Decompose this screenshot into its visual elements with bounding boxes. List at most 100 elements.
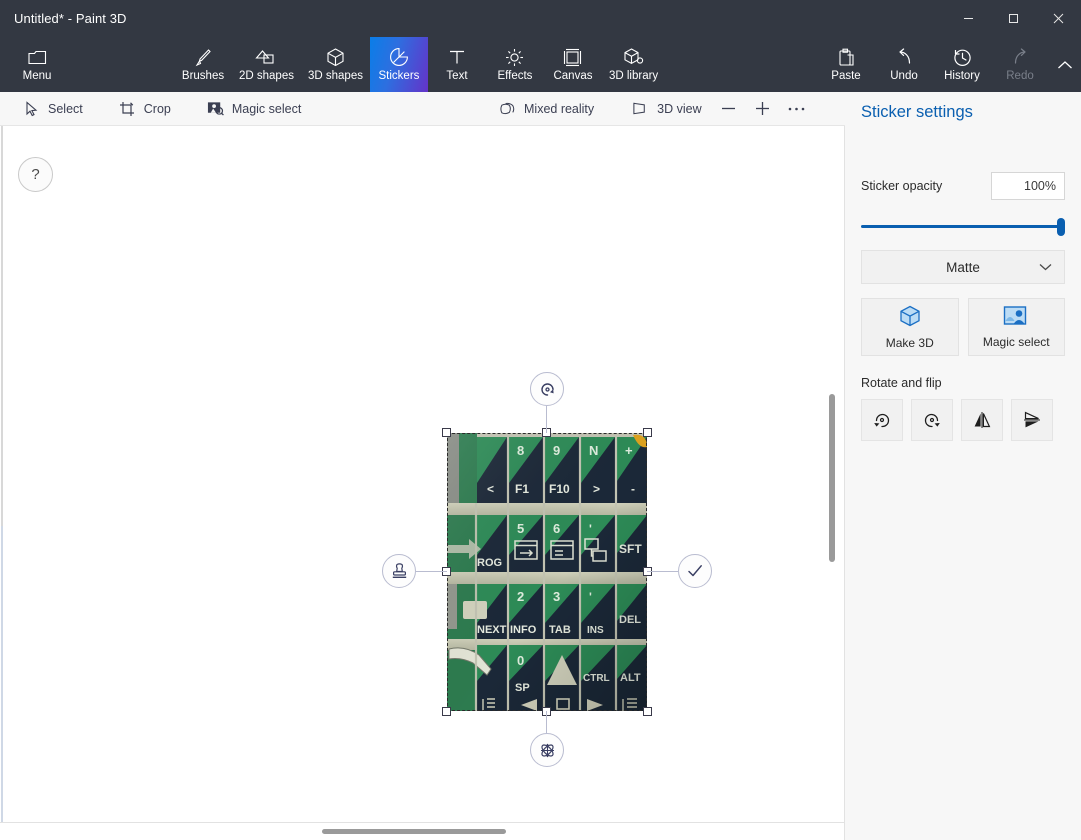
rotate-handle[interactable] bbox=[530, 372, 564, 406]
mixed-reality-label: Mixed reality bbox=[524, 102, 594, 116]
magic-select-label: Magic select bbox=[232, 102, 301, 116]
stamp-icon bbox=[390, 562, 409, 581]
tab-canvas[interactable]: Canvas bbox=[544, 37, 602, 92]
select-tool-button[interactable]: Select bbox=[14, 95, 92, 123]
menu-icon bbox=[28, 47, 47, 67]
zoom-out-button[interactable] bbox=[712, 95, 744, 123]
rotate-left-button[interactable] bbox=[861, 399, 903, 441]
sticker-action-buttons: Make 3D Magic select bbox=[861, 298, 1065, 356]
tab-brushes[interactable]: Brushes bbox=[174, 37, 232, 92]
tab-2d-shapes-label: 2D shapes bbox=[239, 70, 294, 82]
undo-label: Undo bbox=[890, 70, 918, 82]
tab-brushes-label: Brushes bbox=[182, 70, 224, 82]
rotate-connector bbox=[546, 406, 547, 433]
sticker-selection[interactable]: 8 9 N + < F1 F10 > - 5 6 bbox=[447, 433, 647, 711]
tab-3d-library[interactable]: 3D library bbox=[602, 37, 665, 92]
ellipsis-icon bbox=[787, 106, 806, 112]
magic-select-tool-button[interactable]: Magic select bbox=[198, 95, 310, 123]
undo-icon bbox=[895, 47, 914, 67]
undo-button[interactable]: Undo bbox=[875, 37, 933, 92]
paint3d-window: Untitled* - Paint 3D Menu bbox=[0, 0, 1081, 840]
rotate-icon bbox=[538, 380, 557, 399]
opacity-slider-track bbox=[861, 225, 1065, 228]
keypad-photo-svg: 8 9 N + < F1 F10 > - 5 6 bbox=[447, 433, 647, 711]
stamp-connector bbox=[416, 571, 447, 572]
resize-handle-top-left[interactable] bbox=[442, 428, 451, 437]
more-options-button[interactable] bbox=[780, 95, 812, 123]
paste-button[interactable]: Paste bbox=[817, 37, 875, 92]
close-button[interactable] bbox=[1036, 0, 1081, 37]
3d-shapes-icon bbox=[326, 47, 345, 67]
collapse-ribbon-button[interactable] bbox=[1049, 37, 1081, 92]
make-3d-icon bbox=[898, 304, 922, 331]
3d-library-icon bbox=[623, 47, 644, 67]
material-dropdown[interactable]: Matte bbox=[861, 250, 1065, 284]
magic-select-button[interactable]: Magic select bbox=[968, 298, 1066, 356]
3d-view-label: 3D view bbox=[657, 102, 701, 116]
keypad-photo-sticker[interactable]: 8 9 N + < F1 F10 > - 5 6 bbox=[447, 433, 647, 711]
magic-select-icon bbox=[207, 101, 224, 116]
magic-select-button-label: Magic select bbox=[983, 335, 1050, 349]
horizontal-scrollbar-thumb[interactable] bbox=[322, 829, 506, 834]
stamp-button[interactable] bbox=[382, 554, 416, 588]
minus-icon bbox=[720, 100, 737, 117]
tab-text[interactable]: Text bbox=[428, 37, 486, 92]
tab-2d-shapes[interactable]: 2D shapes bbox=[232, 37, 301, 92]
resize-handle-bottom-left[interactable] bbox=[442, 707, 451, 716]
rotate-clockwise-icon bbox=[922, 410, 942, 430]
sticker-settings-panel: Sticker settings Sticker opacity 100% Ma… bbox=[845, 126, 1081, 840]
horizontal-scrollbar[interactable] bbox=[0, 822, 844, 840]
resize-handle-bottom-right[interactable] bbox=[643, 707, 652, 716]
magic-select-color-icon bbox=[1003, 305, 1029, 330]
tab-canvas-label: Canvas bbox=[553, 70, 592, 82]
cursor-select-icon bbox=[23, 101, 40, 117]
confirm-button[interactable] bbox=[678, 554, 712, 588]
flip-vertical-button[interactable] bbox=[1011, 399, 1053, 441]
ribbon-tools: Brushes 2D shapes 3D shapes Stickers bbox=[174, 37, 665, 92]
3d-move-button[interactable] bbox=[530, 733, 564, 767]
3d-view-button[interactable]: 3D view bbox=[623, 95, 710, 123]
3d-view-icon bbox=[632, 101, 649, 116]
opacity-input[interactable]: 100% bbox=[991, 172, 1065, 200]
canvas-left-edge bbox=[1, 126, 3, 840]
ribbon-actions: Paste Undo History Redo bbox=[817, 37, 1049, 92]
opacity-label: Sticker opacity bbox=[861, 179, 942, 193]
tab-3d-library-label: 3D library bbox=[609, 70, 658, 82]
history-button[interactable]: History bbox=[933, 37, 991, 92]
rotate-counterclockwise-icon bbox=[872, 410, 892, 430]
text-icon bbox=[448, 47, 466, 67]
ribbon-toolbar: Menu Brushes 2D shapes 3D shapes bbox=[0, 37, 1081, 92]
vertical-scrollbar-thumb[interactable] bbox=[829, 394, 835, 562]
menu-button[interactable]: Menu bbox=[8, 37, 66, 92]
rotate-flip-label: Rotate and flip bbox=[861, 376, 1065, 390]
crop-tool-button[interactable]: Crop bbox=[110, 95, 180, 123]
mixed-reality-button[interactable]: Mixed reality bbox=[490, 95, 603, 123]
window-controls bbox=[946, 0, 1081, 37]
redo-button[interactable]: Redo bbox=[991, 37, 1049, 92]
minimize-button[interactable] bbox=[946, 0, 991, 37]
flip-vertical-icon bbox=[1022, 410, 1042, 430]
zoom-in-button[interactable] bbox=[746, 95, 778, 123]
tab-effects[interactable]: Effects bbox=[486, 37, 544, 92]
tab-3d-shapes[interactable]: 3D shapes bbox=[301, 37, 370, 92]
mixed-reality-icon bbox=[499, 101, 516, 117]
material-value: Matte bbox=[946, 260, 980, 275]
opacity-slider[interactable] bbox=[861, 218, 1065, 234]
vertical-scrollbar[interactable] bbox=[826, 126, 838, 840]
title-bar: Untitled* - Paint 3D bbox=[0, 0, 1081, 37]
resize-handle-top-right[interactable] bbox=[643, 428, 652, 437]
effects-icon bbox=[505, 47, 524, 67]
tab-stickers[interactable]: Stickers bbox=[370, 37, 428, 92]
canvas-area[interactable]: ? bbox=[0, 126, 845, 840]
tab-text-label: Text bbox=[446, 70, 467, 82]
panel-title: Sticker settings bbox=[861, 103, 973, 122]
help-button[interactable]: ? bbox=[18, 157, 53, 192]
opacity-row: Sticker opacity 100% bbox=[861, 172, 1065, 200]
maximize-button[interactable] bbox=[991, 0, 1036, 37]
make-3d-button[interactable]: Make 3D bbox=[861, 298, 959, 356]
opacity-slider-thumb[interactable] bbox=[1057, 218, 1065, 236]
rotate-right-button[interactable] bbox=[911, 399, 953, 441]
move3d-connector bbox=[546, 711, 547, 733]
2d-shapes-icon bbox=[255, 47, 277, 67]
flip-horizontal-button[interactable] bbox=[961, 399, 1003, 441]
